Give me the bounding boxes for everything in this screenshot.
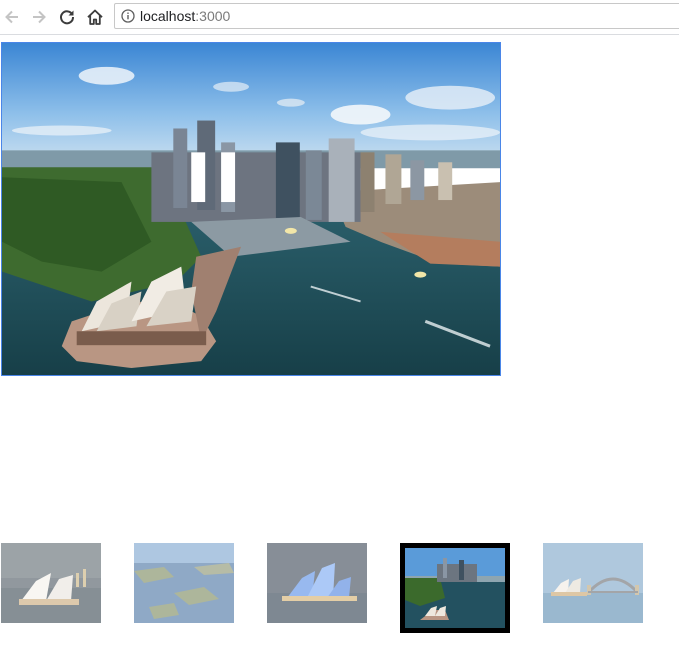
thumbnail-5[interactable] [543, 543, 643, 623]
back-button[interactable] [0, 5, 24, 29]
sydney-harbour-aerial-photo [2, 43, 500, 375]
reload-button[interactable] [55, 5, 79, 29]
reload-icon [60, 10, 75, 25]
forward-button[interactable] [27, 5, 51, 29]
arrow-right-icon [33, 10, 46, 24]
info-icon[interactable] [121, 9, 135, 23]
opera-house-night-photo [1, 543, 101, 623]
url-port: :3000 [195, 8, 231, 24]
thumbnail-3[interactable] [267, 543, 367, 623]
harbour-islands-photo [134, 543, 234, 623]
harbour-aerial-photo [405, 548, 505, 628]
thumbnail-1[interactable] [1, 543, 101, 623]
opera-house-blue-lights-photo [267, 543, 367, 623]
thumbnail-4[interactable] [400, 543, 510, 633]
arrow-left-icon [5, 10, 18, 24]
url-host: localhost [140, 8, 196, 24]
address-bar[interactable]: localhost:3000 [114, 3, 679, 29]
home-button[interactable] [83, 5, 107, 29]
opera-house-harbour-bridge-photo [543, 543, 643, 623]
thumbnail-2[interactable] [134, 543, 234, 623]
browser-toolbar: localhost:3000 [0, 0, 679, 35]
url-text: localhost:3000 [140, 8, 230, 25]
home-icon [87, 9, 103, 25]
main-image [1, 42, 501, 376]
